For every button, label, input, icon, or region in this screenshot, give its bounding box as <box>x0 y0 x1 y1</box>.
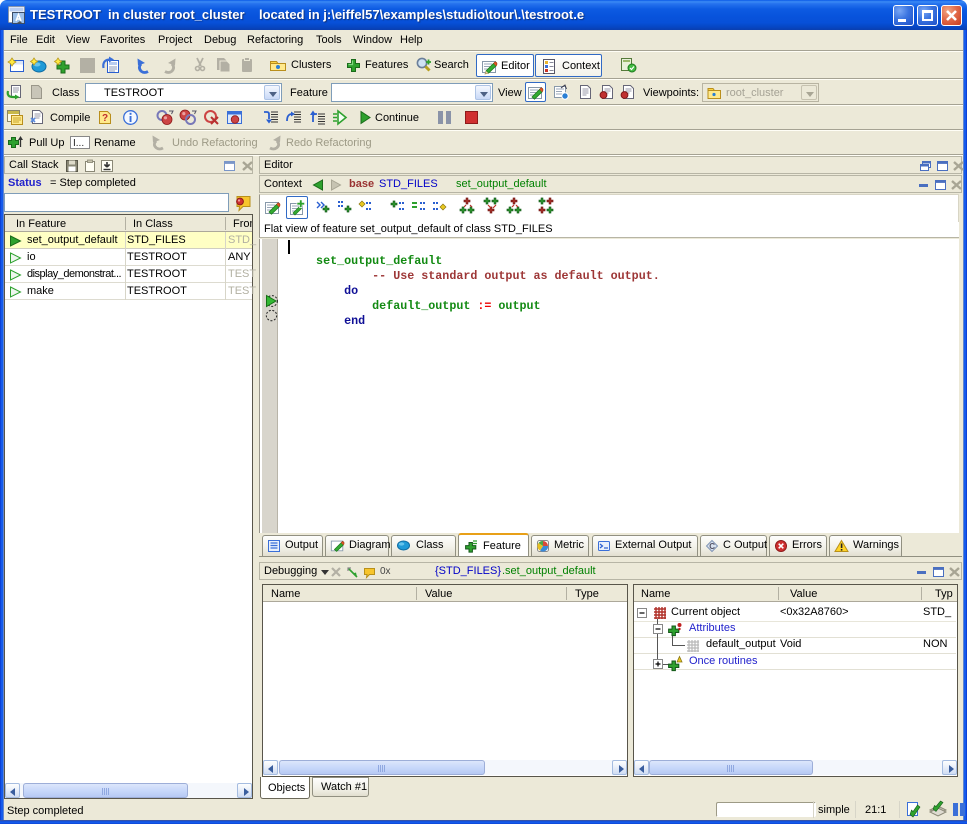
svg-text:?: ? <box>102 113 108 124</box>
svg-text:I...: I... <box>73 138 84 149</box>
svg-text:C: C <box>709 542 715 551</box>
